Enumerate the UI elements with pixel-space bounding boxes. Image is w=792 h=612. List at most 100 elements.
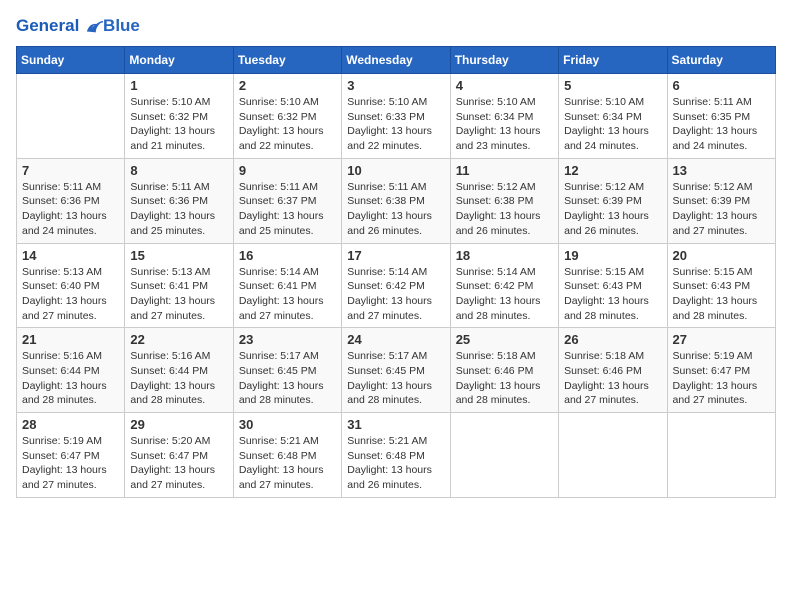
day-info: Sunrise: 5:10 AM Sunset: 6:32 PM Dayligh…: [239, 95, 336, 154]
calendar-cell: 14 Sunrise: 5:13 AM Sunset: 6:40 PM Dayli…: [17, 243, 125, 328]
day-number: 28: [22, 417, 119, 432]
calendar-cell: 15 Sunrise: 5:13 AM Sunset: 6:41 PM Dayli…: [125, 243, 233, 328]
calendar-cell: 31 Sunrise: 5:21 AM Sunset: 6:48 PM Dayli…: [342, 413, 450, 498]
calendar-cell: 4 Sunrise: 5:10 AM Sunset: 6:34 PM Daylig…: [450, 74, 558, 159]
day-number: 15: [130, 248, 227, 263]
weekday-header-sunday: Sunday: [17, 47, 125, 74]
calendar-cell: 22 Sunrise: 5:16 AM Sunset: 6:44 PM Dayli…: [125, 328, 233, 413]
calendar-week-row: 21 Sunrise: 5:16 AM Sunset: 6:44 PM Dayli…: [17, 328, 776, 413]
calendar-cell: 16Sunrise: 5:14 AM Sunset: 6:41 PM Dayli…: [233, 243, 341, 328]
weekday-header-saturday: Saturday: [667, 47, 775, 74]
day-info: Sunrise: 5:18 AM Sunset: 6:46 PM Dayligh…: [564, 349, 661, 408]
day-number: 22: [130, 332, 227, 347]
calendar-cell: [450, 413, 558, 498]
day-info: Sunrise: 5:11 AM Sunset: 6:36 PM Dayligh…: [22, 180, 119, 239]
calendar-cell: 8 Sunrise: 5:11 AM Sunset: 6:36 PM Daylig…: [125, 158, 233, 243]
page-header: General Blue: [16, 16, 776, 44]
day-info: Sunrise: 5:17 AM Sunset: 6:45 PM Dayligh…: [347, 349, 444, 408]
calendar-cell: 17Sunrise: 5:14 AM Sunset: 6:42 PM Dayli…: [342, 243, 450, 328]
day-info: Sunrise: 5:20 AM Sunset: 6:47 PM Dayligh…: [130, 434, 227, 493]
calendar-table: SundayMondayTuesdayWednesdayThursdayFrid…: [16, 46, 776, 498]
calendar-cell: 12 Sunrise: 5:12 AM Sunset: 6:39 PM Dayli…: [559, 158, 667, 243]
day-info: Sunrise: 5:15 AM Sunset: 6:43 PM Dayligh…: [564, 265, 661, 324]
calendar-week-row: 28 Sunrise: 5:19 AM Sunset: 6:47 PM Dayli…: [17, 413, 776, 498]
day-number: 13: [673, 163, 770, 178]
day-number: 17: [347, 248, 444, 263]
day-number: 12: [564, 163, 661, 178]
day-info: Sunrise: 5:13 AM Sunset: 6:41 PM Dayligh…: [130, 265, 227, 324]
calendar-cell: 30Sunrise: 5:21 AM Sunset: 6:48 PM Dayli…: [233, 413, 341, 498]
calendar-cell: 3Sunrise: 5:10 AM Sunset: 6:33 PM Daylig…: [342, 74, 450, 159]
weekday-header-row: SundayMondayTuesdayWednesdayThursdayFrid…: [17, 47, 776, 74]
day-number: 6: [673, 78, 770, 93]
day-info: Sunrise: 5:12 AM Sunset: 6:39 PM Dayligh…: [673, 180, 770, 239]
weekday-header-thursday: Thursday: [450, 47, 558, 74]
day-info: Sunrise: 5:12 AM Sunset: 6:38 PM Dayligh…: [456, 180, 553, 239]
day-number: 18: [456, 248, 553, 263]
weekday-header-tuesday: Tuesday: [233, 47, 341, 74]
day-number: 24: [347, 332, 444, 347]
calendar-cell: 23 Sunrise: 5:17 AM Sunset: 6:45 PM Dayli…: [233, 328, 341, 413]
day-info: Sunrise: 5:13 AM Sunset: 6:40 PM Dayligh…: [22, 265, 119, 324]
calendar-week-row: 1Sunrise: 5:10 AM Sunset: 6:32 PM Daylig…: [17, 74, 776, 159]
calendar-cell: 27 Sunrise: 5:19 AM Sunset: 6:47 PM Dayli…: [667, 328, 775, 413]
day-info: Sunrise: 5:11 AM Sunset: 6:37 PM Dayligh…: [239, 180, 336, 239]
day-number: 8: [130, 163, 227, 178]
day-number: 5: [564, 78, 661, 93]
day-number: 29: [130, 417, 227, 432]
day-info: Sunrise: 5:19 AM Sunset: 6:47 PM Dayligh…: [22, 434, 119, 493]
calendar-cell: 7 Sunrise: 5:11 AM Sunset: 6:36 PM Daylig…: [17, 158, 125, 243]
day-info: Sunrise: 5:14 AM Sunset: 6:42 PM Dayligh…: [456, 265, 553, 324]
calendar-cell: 24 Sunrise: 5:17 AM Sunset: 6:45 PM Dayli…: [342, 328, 450, 413]
calendar-cell: [17, 74, 125, 159]
calendar-cell: 2Sunrise: 5:10 AM Sunset: 6:32 PM Daylig…: [233, 74, 341, 159]
day-info: Sunrise: 5:11 AM Sunset: 6:36 PM Dayligh…: [130, 180, 227, 239]
calendar-cell: 29 Sunrise: 5:20 AM Sunset: 6:47 PM Dayli…: [125, 413, 233, 498]
calendar-cell: 5 Sunrise: 5:10 AM Sunset: 6:34 PM Daylig…: [559, 74, 667, 159]
day-number: 27: [673, 332, 770, 347]
weekday-header-monday: Monday: [125, 47, 233, 74]
calendar-cell: 13 Sunrise: 5:12 AM Sunset: 6:39 PM Dayli…: [667, 158, 775, 243]
day-info: Sunrise: 5:21 AM Sunset: 6:48 PM Dayligh…: [347, 434, 444, 493]
day-number: 23: [239, 332, 336, 347]
calendar-cell: 28 Sunrise: 5:19 AM Sunset: 6:47 PM Dayli…: [17, 413, 125, 498]
calendar-cell: 18 Sunrise: 5:14 AM Sunset: 6:42 PM Dayli…: [450, 243, 558, 328]
calendar-week-row: 7 Sunrise: 5:11 AM Sunset: 6:36 PM Daylig…: [17, 158, 776, 243]
day-info: Sunrise: 5:19 AM Sunset: 6:47 PM Dayligh…: [673, 349, 770, 408]
day-info: Sunrise: 5:21 AM Sunset: 6:48 PM Dayligh…: [239, 434, 336, 493]
day-number: 19: [564, 248, 661, 263]
day-number: 9: [239, 163, 336, 178]
day-number: 11: [456, 163, 553, 178]
logo-bird-icon: [85, 20, 103, 34]
calendar-cell: 10Sunrise: 5:11 AM Sunset: 6:38 PM Dayli…: [342, 158, 450, 243]
day-number: 7: [22, 163, 119, 178]
day-info: Sunrise: 5:18 AM Sunset: 6:46 PM Dayligh…: [456, 349, 553, 408]
calendar-cell: [667, 413, 775, 498]
calendar-cell: 21 Sunrise: 5:16 AM Sunset: 6:44 PM Dayli…: [17, 328, 125, 413]
day-info: Sunrise: 5:16 AM Sunset: 6:44 PM Dayligh…: [22, 349, 119, 408]
calendar-cell: 9 Sunrise: 5:11 AM Sunset: 6:37 PM Daylig…: [233, 158, 341, 243]
day-number: 14: [22, 248, 119, 263]
calendar-cell: 11 Sunrise: 5:12 AM Sunset: 6:38 PM Dayli…: [450, 158, 558, 243]
day-info: Sunrise: 5:11 AM Sunset: 6:35 PM Dayligh…: [673, 95, 770, 154]
day-number: 26: [564, 332, 661, 347]
day-number: 10: [347, 163, 444, 178]
day-number: 4: [456, 78, 553, 93]
day-number: 31: [347, 417, 444, 432]
day-info: Sunrise: 5:17 AM Sunset: 6:45 PM Dayligh…: [239, 349, 336, 408]
weekday-header-wednesday: Wednesday: [342, 47, 450, 74]
day-number: 21: [22, 332, 119, 347]
day-info: Sunrise: 5:12 AM Sunset: 6:39 PM Dayligh…: [564, 180, 661, 239]
calendar-cell: 20Sunrise: 5:15 AM Sunset: 6:43 PM Dayli…: [667, 243, 775, 328]
day-info: Sunrise: 5:16 AM Sunset: 6:44 PM Dayligh…: [130, 349, 227, 408]
logo: General Blue: [16, 16, 140, 36]
calendar-cell: 6 Sunrise: 5:11 AM Sunset: 6:35 PM Daylig…: [667, 74, 775, 159]
calendar-week-row: 14 Sunrise: 5:13 AM Sunset: 6:40 PM Dayli…: [17, 243, 776, 328]
day-info: Sunrise: 5:10 AM Sunset: 6:34 PM Dayligh…: [456, 95, 553, 154]
calendar-cell: 1Sunrise: 5:10 AM Sunset: 6:32 PM Daylig…: [125, 74, 233, 159]
day-number: 20: [673, 248, 770, 263]
day-info: Sunrise: 5:10 AM Sunset: 6:34 PM Dayligh…: [564, 95, 661, 154]
calendar-cell: 25 Sunrise: 5:18 AM Sunset: 6:46 PM Dayli…: [450, 328, 558, 413]
day-number: 25: [456, 332, 553, 347]
day-info: Sunrise: 5:14 AM Sunset: 6:41 PM Dayligh…: [239, 265, 336, 324]
